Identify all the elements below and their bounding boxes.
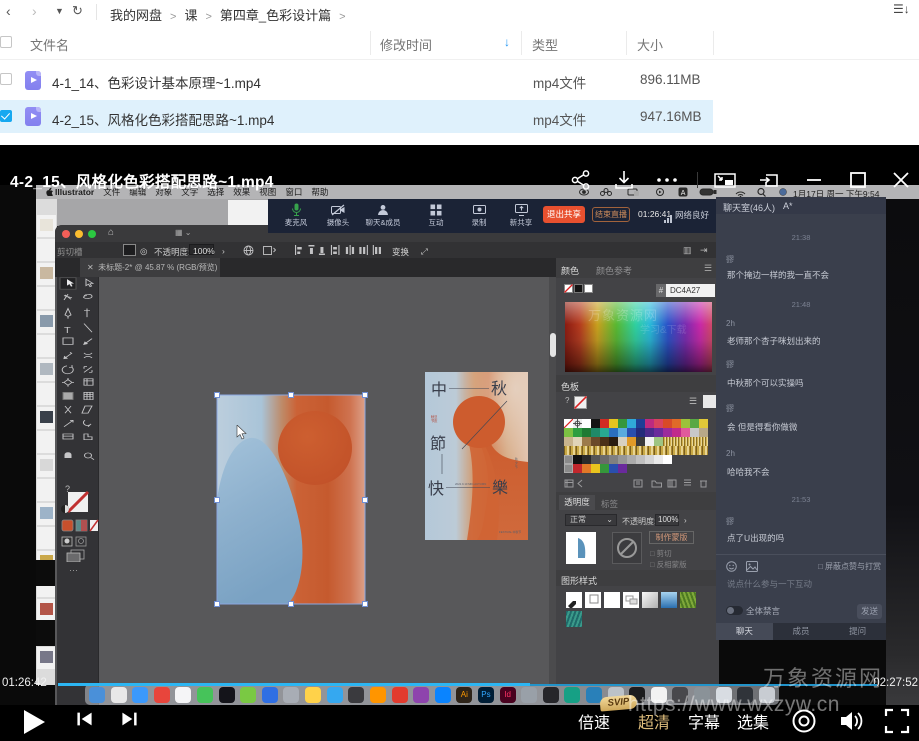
svg-text:中: 中 [431, 381, 447, 399]
svg-text:FESTIVAL 中秋节: FESTIVAL 中秋节 [499, 530, 521, 534]
svg-text:节庆: 节庆 [431, 418, 438, 423]
svg-text:2022.9.10 MID-AUTUMN: 2022.9.10 MID-AUTUMN [455, 482, 486, 486]
svg-text:節: 節 [430, 435, 446, 453]
svg-text:樂: 樂 [492, 479, 508, 497]
svg-text:T: T [64, 326, 71, 335]
svg-text:快: 快 [428, 480, 444, 498]
svg-text:节: 节 [515, 465, 518, 469]
svg-text:A: A [681, 190, 686, 197]
svg-text:秋: 秋 [491, 380, 507, 398]
